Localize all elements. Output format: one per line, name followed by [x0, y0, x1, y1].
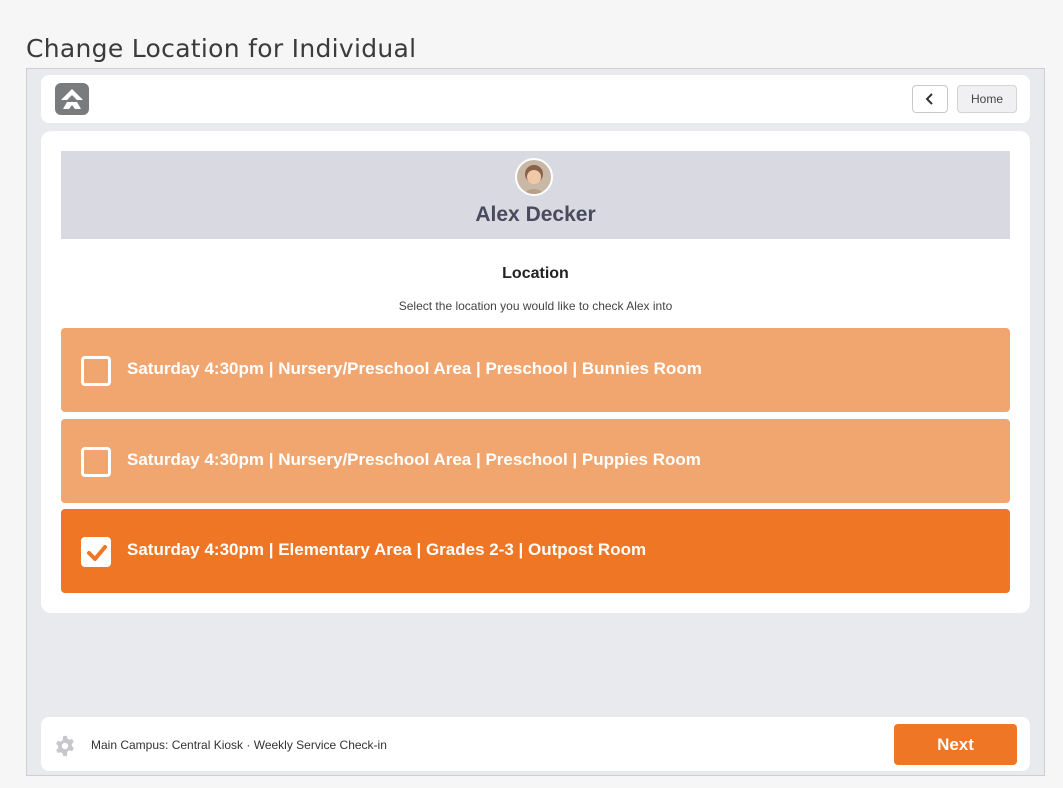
person-name: Alex Decker: [475, 203, 596, 226]
kiosk-info: Main Campus: Central Kiosk · Weekly Serv…: [91, 738, 387, 752]
chevron-left-icon: [925, 93, 933, 105]
location-option-label: Saturday 4:30pm | Elementary Area | Grad…: [127, 540, 647, 559]
rock-logo-icon: [55, 83, 89, 115]
section-subtitle: Select the location you would like to ch…: [398, 299, 673, 313]
next-button[interactable]: Next: [894, 724, 1017, 765]
avatar: [515, 158, 553, 196]
location-option-label: Saturday 4:30pm | Nursery/Preschool Area…: [127, 450, 701, 469]
person-panel: Alex Decker: [61, 151, 1010, 239]
location-option[interactable]: Saturday 4:30pm | Nursery/Preschool Area…: [61, 419, 1010, 503]
back-button[interactable]: [912, 85, 948, 113]
gear-icon[interactable]: [54, 735, 76, 757]
section-title: Location: [502, 265, 569, 282]
home-button[interactable]: Home: [957, 85, 1017, 113]
checkmark-icon: [87, 545, 107, 561]
header-bar: Home: [41, 75, 1030, 123]
checkbox[interactable]: [81, 447, 111, 477]
location-option-label: Saturday 4:30pm | Nursery/Preschool Area…: [127, 359, 702, 378]
footer-bar: Main Campus: Central Kiosk · Weekly Serv…: [41, 717, 1030, 771]
checkbox-checked[interactable]: [81, 537, 111, 567]
location-option[interactable]: Saturday 4:30pm | Nursery/Preschool Area…: [61, 328, 1010, 412]
checkbox[interactable]: [81, 356, 111, 386]
location-option-selected[interactable]: Saturday 4:30pm | Elementary Area | Grad…: [61, 509, 1010, 593]
page-title: Change Location for Individual: [26, 34, 417, 63]
kiosk-frame: Home Alex Decker Location Select the loc…: [26, 68, 1045, 776]
location-card: Alex Decker Location Select the location…: [41, 131, 1030, 613]
